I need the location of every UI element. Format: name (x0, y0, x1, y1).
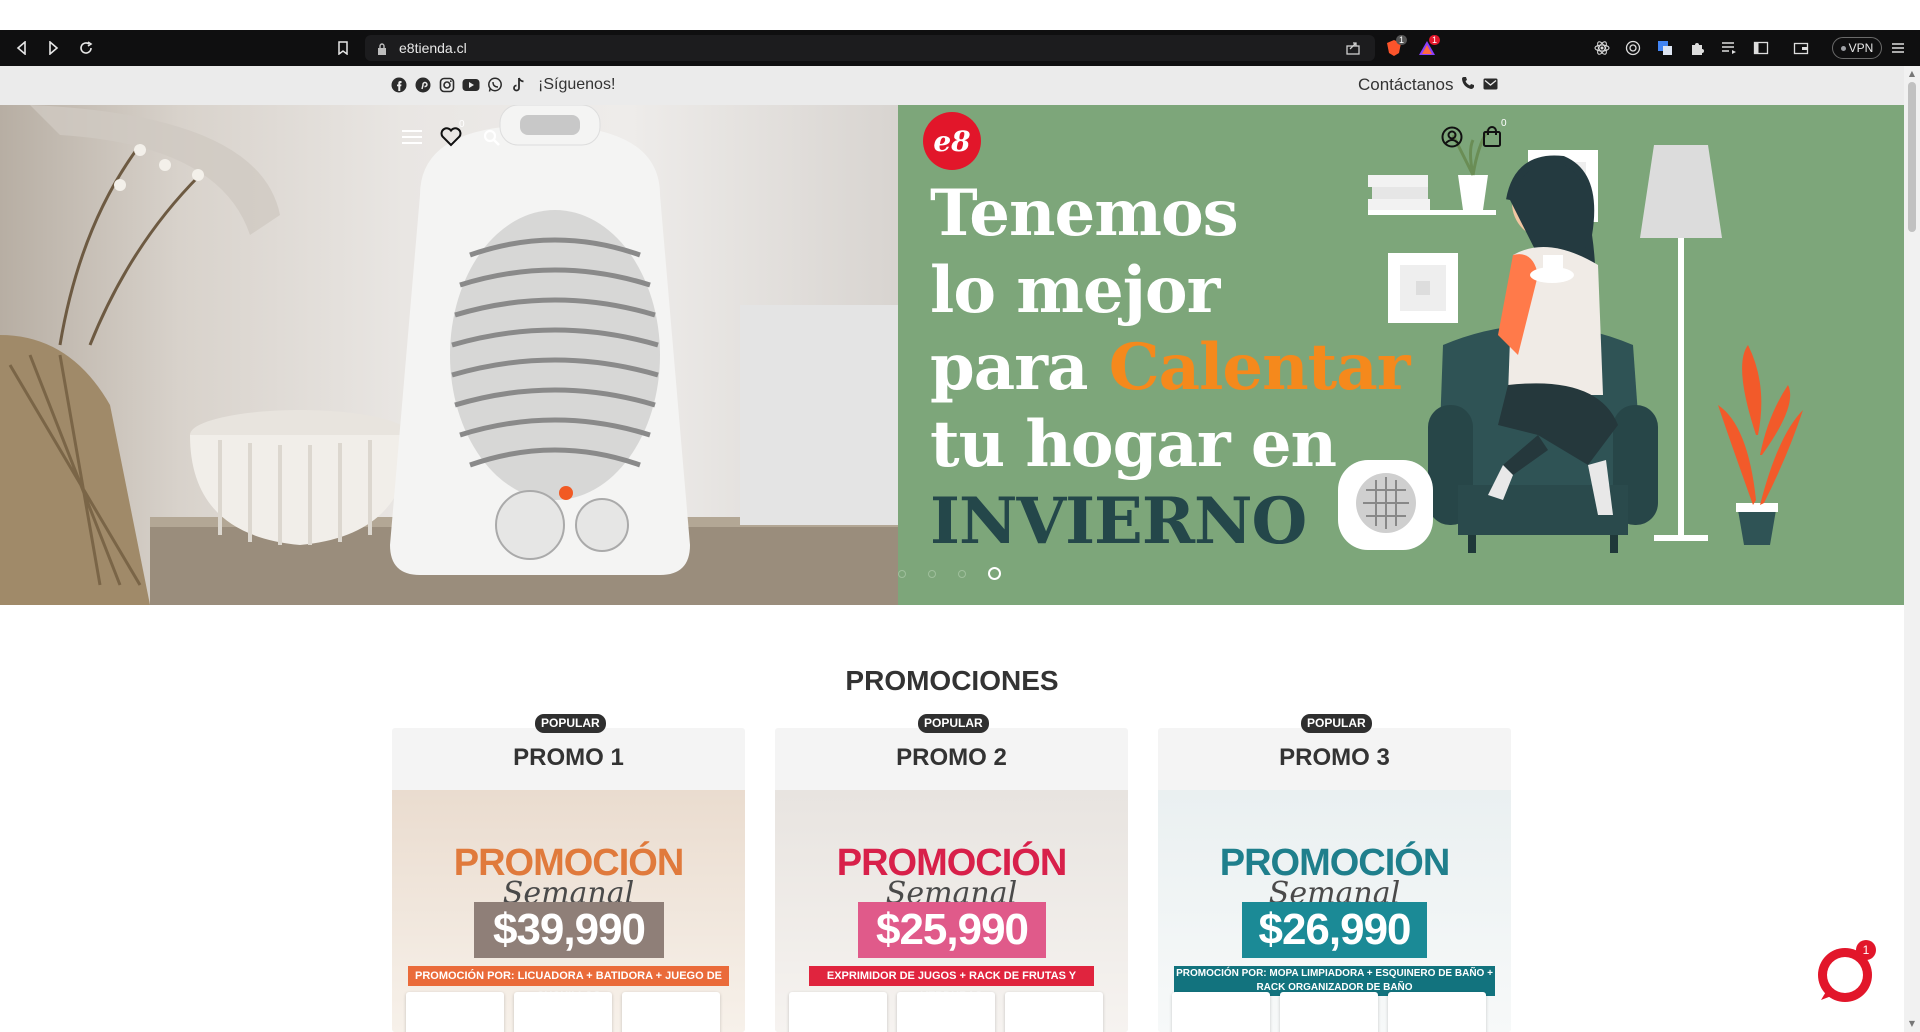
headline-line-3: para Calentar (930, 329, 1411, 406)
facebook-icon[interactable] (390, 76, 408, 94)
promo-card-title[interactable]: PROMO 3 (1158, 728, 1511, 788)
shields-count: 1 (1396, 35, 1408, 45)
cart-count: 0 (1501, 118, 1507, 129)
share-icon[interactable] (1345, 40, 1361, 60)
promo-price: $39,990 (474, 902, 664, 958)
brave-shields-icon[interactable]: 1 (1384, 35, 1408, 58)
brave-rewards-icon[interactable]: 1 (1417, 35, 1441, 58)
contact-link[interactable]: Contáctanos (1358, 75, 1453, 95)
back-icon[interactable] (12, 38, 32, 58)
headline-highlight: Calentar (1108, 330, 1411, 405)
chat-unread-badge: 1 (1856, 940, 1876, 960)
window-top-strip (0, 0, 1920, 30)
forward-icon[interactable] (43, 38, 63, 58)
url-text[interactable]: e8tienda.cl (399, 40, 467, 56)
slider-dot-4[interactable] (988, 567, 1001, 580)
social-icons-group: ¡Síguenos! (390, 76, 615, 94)
promo-description: PROMOCIÓN POR: LICUADORA + BATIDORA + JU… (408, 966, 729, 1002)
menu-icon[interactable] (1888, 38, 1908, 58)
promo-card-image[interactable]: PROMOCIÓN Semanal $25,990 EXPRIMIDOR DE JUG… (775, 790, 1128, 1032)
instagram-icon[interactable] (438, 76, 456, 94)
product-thumbnail (1172, 992, 1270, 1032)
cart-bag-icon[interactable]: 0 (1480, 118, 1507, 149)
whatsapp-icon[interactable] (486, 76, 504, 94)
vpn-button[interactable]: VPN (1832, 37, 1882, 59)
popular-badge: POPULAR (535, 714, 606, 733)
phone-icon[interactable] (1461, 75, 1475, 95)
promo-card-title[interactable]: PROMO 1 (392, 728, 745, 788)
translate-icon[interactable] (1655, 38, 1675, 58)
promo-card-1[interactable]: PROMO 1 PROMOCIÓN Semanal $39,990 PROMOCIÓN … (392, 728, 745, 1032)
hero-banner[interactable]: e8 0 0 Tenemos lo mejor para Calentar tu… (0, 105, 1904, 605)
media-playlist-icon[interactable] (1719, 38, 1739, 58)
vpn-label: VPN (1848, 41, 1874, 55)
product-thumbnail (897, 992, 995, 1032)
popular-badge: POPULAR (918, 714, 989, 733)
product-thumbnail (1280, 992, 1378, 1032)
bookmark-icon[interactable] (333, 38, 353, 58)
e8-logo[interactable]: e8 (923, 112, 981, 170)
search-icon[interactable] (480, 126, 504, 150)
product-thumbnail (789, 992, 887, 1032)
promo-thumbnails (406, 992, 720, 1032)
slider-dot-2[interactable] (928, 569, 936, 578)
extensions-icon[interactable] (1687, 38, 1707, 58)
popular-badge: POPULAR (1301, 714, 1372, 733)
email-icon[interactable] (1483, 75, 1498, 95)
promo-price: $25,990 (858, 902, 1046, 958)
pinterest-icon[interactable] (414, 76, 432, 94)
promotions-heading: PROMOCIONES (845, 665, 1059, 696)
hamburger-menu-icon[interactable] (400, 125, 424, 149)
promo-thumbnails (789, 992, 1103, 1032)
wishlist-count: 0 (459, 119, 465, 130)
scroll-up-icon[interactable]: ▲ (1908, 70, 1916, 78)
address-bar[interactable]: e8tienda.cl (365, 35, 1375, 61)
promo-card-title[interactable]: PROMO 2 (775, 728, 1128, 788)
headline-line-5: INVIERNO (930, 484, 1307, 559)
promo-card-image[interactable]: PROMOCIÓN Semanal $39,990 PROMOCIÓN POR: LI… (392, 790, 745, 1032)
wishlist-heart-icon[interactable]: 0 (439, 119, 465, 149)
product-thumbnail (1388, 992, 1486, 1032)
browser-toolbar: e8tienda.cl 1 1 VPN (0, 30, 1920, 66)
react-devtools-icon[interactable] (1592, 38, 1612, 58)
promo-card-image[interactable]: PROMOCIÓN Semanal $26,990 PROMOCIÓN POR: MO… (1158, 790, 1511, 1032)
wallet-icon[interactable] (1791, 38, 1811, 58)
heater-photo (0, 105, 898, 605)
rewards-count: 1 (1429, 35, 1441, 45)
page-scrollbar[interactable]: ▲ ▼ (1904, 66, 1920, 1032)
headline-line-2: lo mejor (930, 253, 1220, 328)
product-thumbnail (406, 992, 504, 1032)
target-extension-icon[interactable] (1623, 38, 1643, 58)
logo-text: e8 (933, 124, 971, 158)
headline-line-3-start: para (930, 330, 1109, 405)
youtube-icon[interactable] (462, 76, 480, 94)
tiktok-icon[interactable] (510, 76, 528, 94)
promo-description: EXPRIMIDOR DE JUGOS + RACK DE FRUTAS Y V… (809, 966, 1094, 1002)
scroll-down-icon[interactable]: ▼ (1908, 1020, 1916, 1028)
headline-line-1: Tenemos (930, 176, 1239, 251)
hero-headline: Tenemos lo mejor para Calentar tu hogar … (930, 175, 1411, 560)
slider-dot-1[interactable] (898, 569, 906, 578)
follow-us-text: ¡Síguenos! (538, 76, 616, 93)
slider-dot-3[interactable] (958, 569, 966, 578)
social-bar: ¡Síguenos! Contáctanos (0, 66, 1904, 105)
promo-thumbnails (1172, 992, 1486, 1032)
promo-card-2[interactable]: PROMO 2 PROMOCIÓN Semanal $25,990 EXPRIMIDOR… (775, 728, 1128, 1032)
headline-line-4: tu hogar en (930, 407, 1337, 482)
scroll-thumb[interactable] (1908, 82, 1916, 232)
promo-price: $26,990 (1242, 902, 1427, 958)
lock-icon (377, 41, 387, 60)
sidebar-icon[interactable] (1751, 38, 1771, 58)
product-thumbnail (1005, 992, 1103, 1032)
contact-group: Contáctanos (1358, 75, 1498, 95)
slider-dots (898, 567, 1001, 580)
reload-icon[interactable] (76, 38, 96, 58)
product-thumbnail (622, 992, 720, 1032)
promo-card-3[interactable]: PROMO 3 PROMOCIÓN Semanal $26,990 PROMOCIÓN … (1158, 728, 1511, 1032)
account-icon[interactable] (1440, 125, 1464, 149)
product-thumbnail (514, 992, 612, 1032)
vpn-status-dot (1840, 45, 1846, 51)
